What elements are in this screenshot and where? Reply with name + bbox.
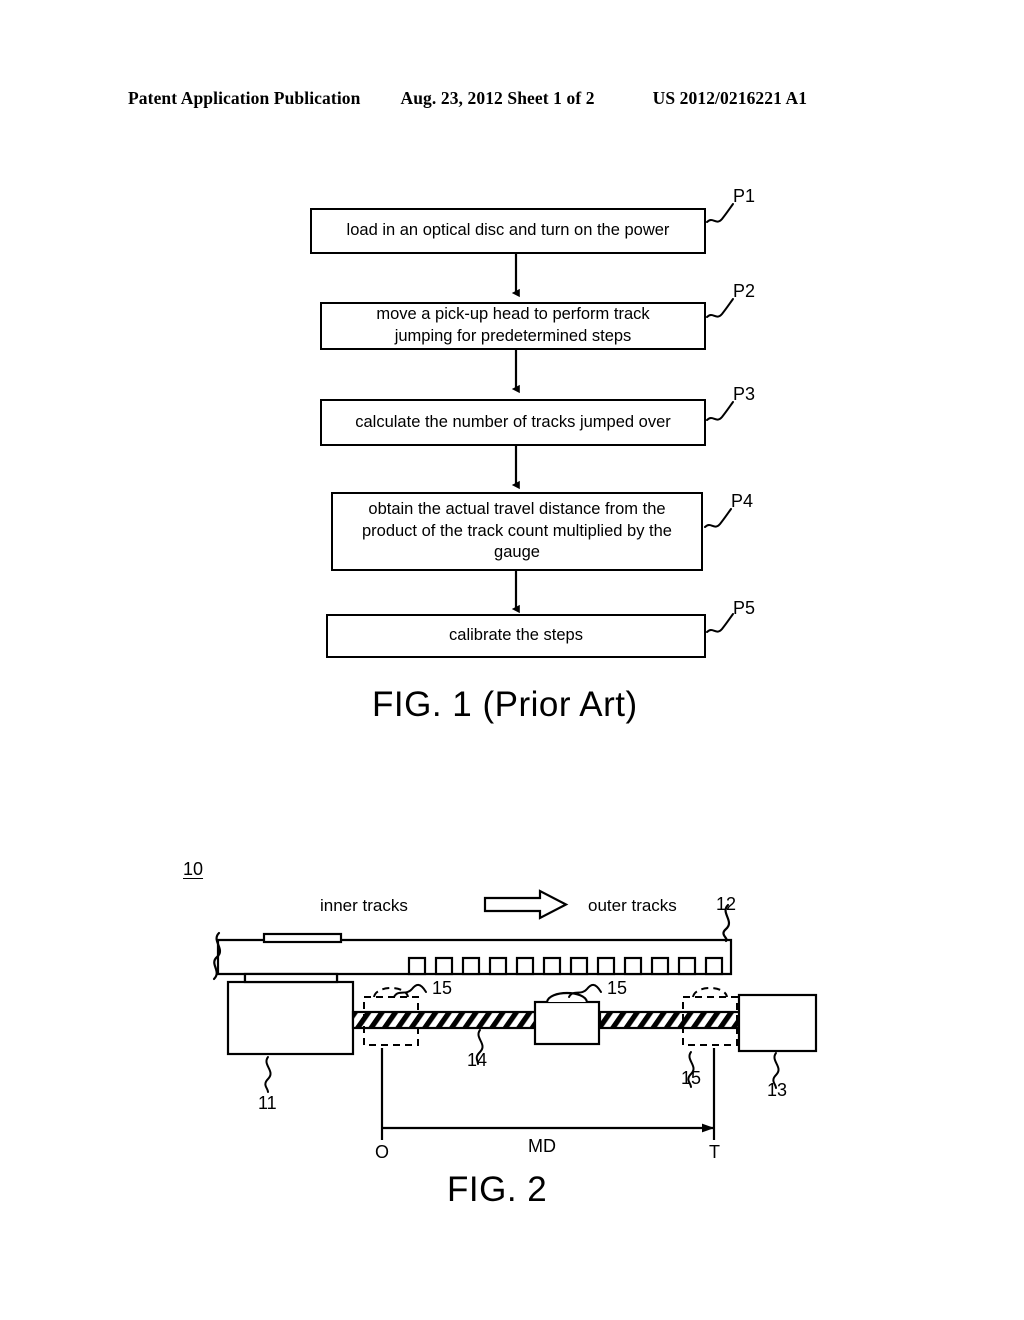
disc-inner-pad [262, 932, 343, 944]
right-block-ref-13: 13 [767, 1080, 788, 1100]
flow-step-p5-tag: P5 [733, 598, 756, 618]
leader-p1 [706, 203, 734, 223]
rail-ref-14: 14 [467, 1050, 488, 1070]
flow-step-p4[interactable]: obtain the actual travel distance from t… [331, 492, 703, 571]
distance-label-md: MD [528, 1136, 556, 1156]
target-label-t: T [709, 1142, 720, 1162]
pickup-lens-dome [545, 991, 589, 1003]
optical-disc-12 [212, 903, 733, 981]
flow-step-p2-text: move a pick-up head to perform track jum… [376, 305, 650, 345]
flow-step-p4-text: obtain the actual travel distance from t… [361, 499, 672, 562]
pickup-head-ghost-target [682, 987, 738, 1046]
leader-15-mid [568, 983, 602, 998]
pickup-head-active [533, 991, 601, 1046]
flow-step-p1-tag: P1 [733, 186, 756, 206]
header-date-sheet: Aug. 23, 2012 Sheet 1 of 2 [400, 88, 595, 108]
leader-p2 [706, 298, 734, 318]
header-patent-number: US 2012/0216221 A1 [652, 88, 808, 108]
leader-p4 [704, 508, 732, 528]
flow-step-p3[interactable]: calculate the number of tracks jumped ov… [320, 399, 706, 446]
flow-step-p1-text: load in an optical disc and turn on the … [346, 221, 670, 240]
figure-2-linework [212, 889, 818, 1140]
origin-label-o: O [375, 1142, 390, 1162]
flow-step-p1[interactable]: load in an optical disc and turn on the … [310, 208, 706, 254]
pickup-head-ghost-origin [363, 987, 419, 1046]
flow-step-p2[interactable]: move a pick-up head to perform track jum… [320, 302, 706, 350]
direction-arrow-icon [483, 889, 569, 920]
flow-step-p3-tag: P3 [733, 384, 756, 404]
page-header: Patent Application Publication Aug. 23, … [128, 88, 896, 114]
callout-15-right: 15 [681, 1068, 702, 1088]
leader-p5 [706, 613, 734, 633]
flow-step-p3-text: calculate the number of tracks jumped ov… [355, 412, 671, 431]
disc-break-line-left [212, 931, 222, 981]
flow-step-p2-tag: P2 [733, 281, 756, 301]
leader-15-left [393, 983, 427, 998]
right-block-13 [737, 993, 818, 1089]
guide-rail-14 [351, 1010, 742, 1065]
assembly-ref-10: 10 [183, 859, 204, 879]
left-block-ref-11: 11 [258, 1093, 277, 1113]
figure-2-caption: FIG. 2 [447, 1170, 548, 1209]
travel-distance-dimension [380, 1048, 716, 1140]
left-block-11 [226, 972, 355, 1093]
callout-15-mid: 15 [607, 978, 628, 998]
flow-step-p5-text: calibrate the steps [449, 626, 583, 645]
disc-track-slots [407, 956, 724, 976]
leader-p3 [706, 401, 734, 421]
label-outer-tracks: outer tracks [588, 896, 677, 915]
figure-1-linework [511, 203, 734, 633]
callout-15-left: 15 [432, 978, 453, 998]
leader-11 [264, 1056, 272, 1093]
disc-ref-12: 12 [716, 894, 737, 914]
label-inner-tracks: inner tracks [320, 896, 408, 915]
flow-step-p5[interactable]: calibrate the steps [326, 614, 706, 658]
figure-1-caption: FIG. 1 (Prior Art) [372, 685, 638, 724]
header-publication-title: Patent Application Publication [128, 88, 361, 108]
flow-step-p4-tag: P4 [731, 491, 754, 511]
